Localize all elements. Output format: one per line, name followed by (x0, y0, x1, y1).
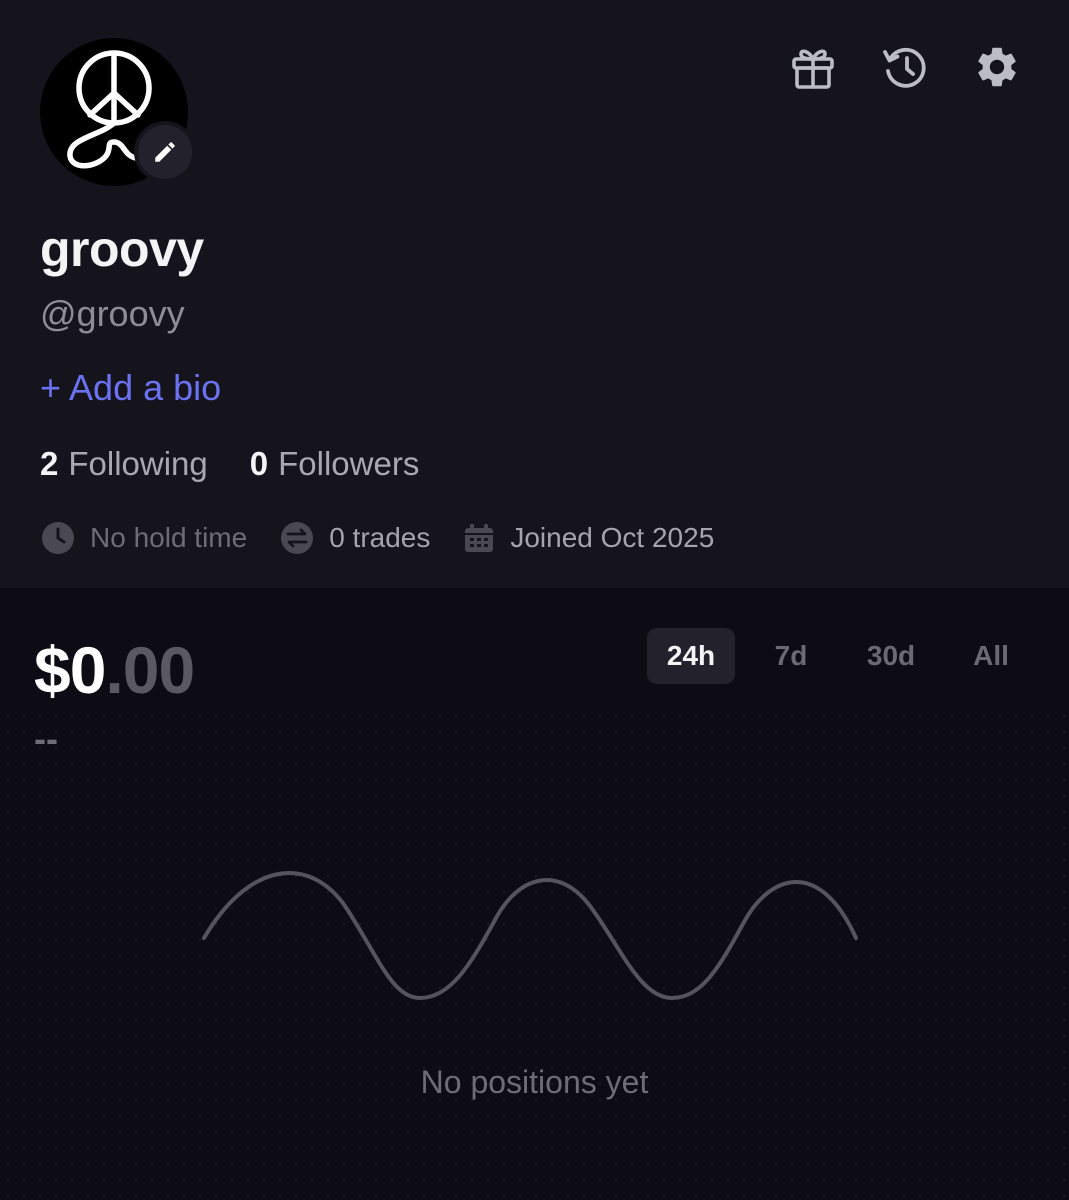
followers-link[interactable]: 0 Followers (249, 445, 420, 482)
edit-avatar-button[interactable] (134, 121, 196, 183)
profile-header: groovy @groovy + Add a bio 2 Following 0… (0, 0, 1069, 588)
gift-button[interactable] (787, 40, 839, 94)
following-count: 2 (40, 445, 59, 482)
calendar-icon (465, 524, 494, 552)
empty-chart-wave (202, 871, 858, 1001)
gear-icon (978, 47, 1016, 87)
joined-text: Joined Oct 2025 (510, 521, 715, 553)
swap-icon (281, 522, 314, 554)
following-link[interactable]: 2 Following (40, 445, 208, 482)
follow-stats: 2 Following 0 Followers (40, 445, 420, 482)
pencil-icon (155, 142, 175, 162)
portfolio-section: $0.00 -- 24h 7d 30d All No positions yet (0, 588, 1069, 1200)
display-name: groovy (40, 221, 204, 277)
followers-count: 0 (249, 445, 269, 482)
history-icon (883, 47, 926, 88)
header-actions (787, 40, 1023, 94)
settings-button[interactable] (971, 40, 1023, 94)
edit-badge-inner (138, 125, 192, 179)
trades-text: 0 trades (329, 521, 431, 553)
profile-page: groovy @groovy + Add a bio 2 Following 0… (0, 0, 1069, 1200)
joined-stat: Joined Oct 2025 (462, 521, 714, 555)
hold-time-stat: No hold time (40, 520, 247, 556)
add-bio-link[interactable]: + Add a bio (40, 368, 221, 408)
empty-state-text: No positions yet (420, 1064, 649, 1100)
followers-label: Followers (278, 445, 420, 482)
history-button[interactable] (879, 40, 931, 94)
hold-time-text: No hold time (90, 521, 248, 553)
gift-icon (792, 49, 834, 89)
following-label: Following (68, 445, 208, 482)
trades-stat: 0 trades (279, 520, 430, 556)
clock-icon (42, 522, 74, 554)
profile-meta: No hold time 0 trades Joined Oct 2025 (40, 520, 714, 556)
username-handle: @groovy (40, 293, 185, 334)
